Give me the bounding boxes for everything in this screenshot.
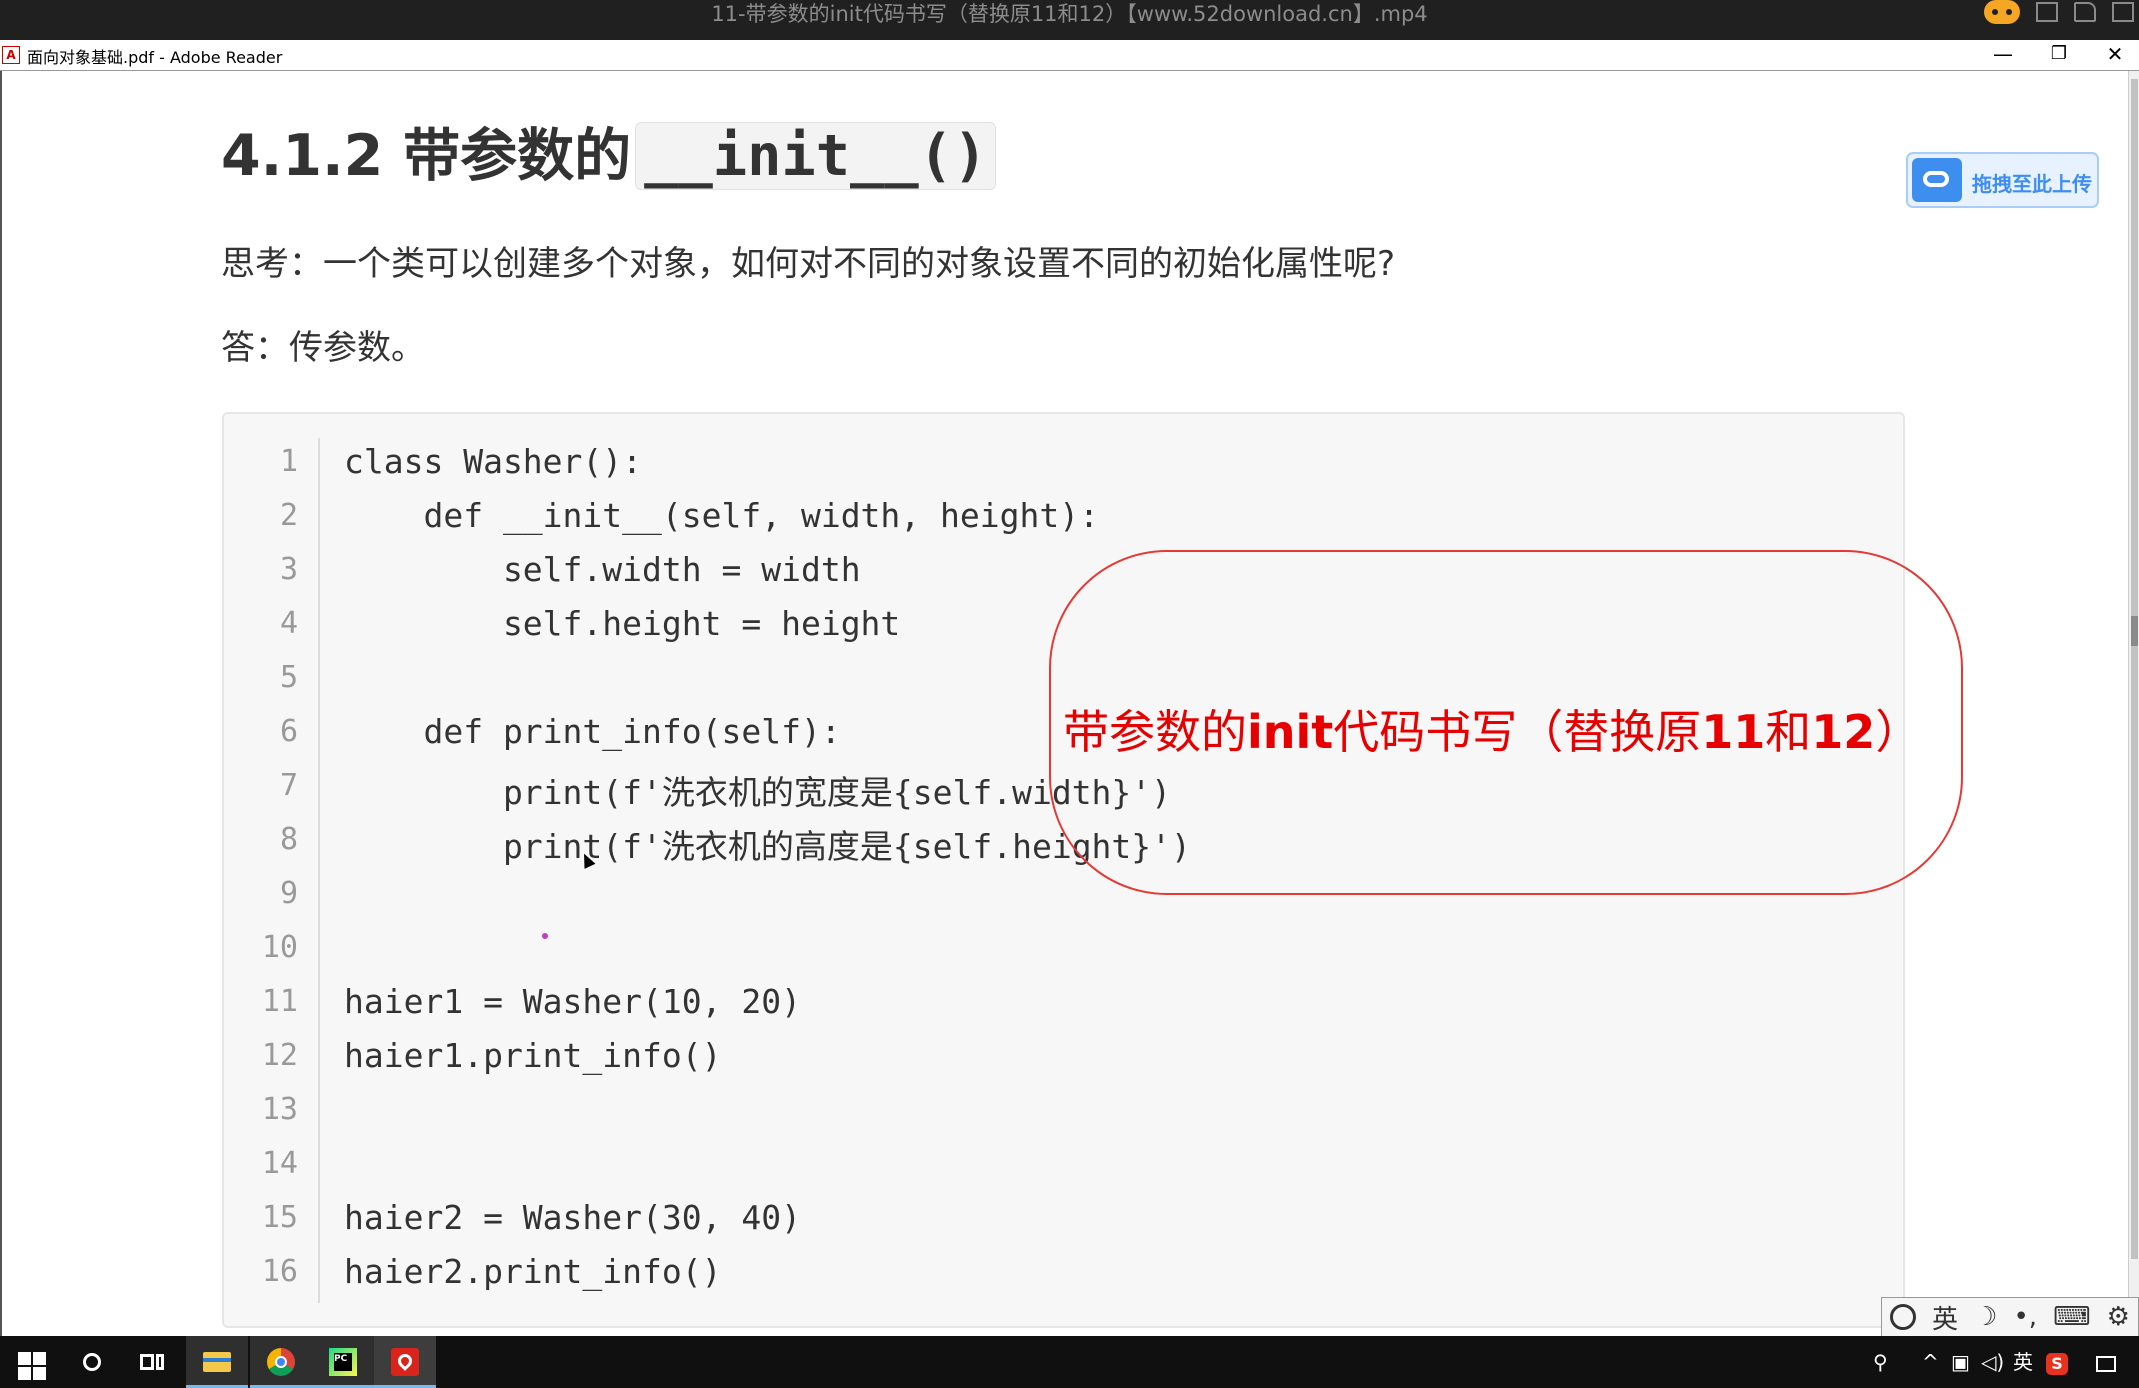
code-line: self.width = width <box>344 550 861 589</box>
line-number: 10 <box>261 930 298 965</box>
video-title: 11-带参数的init代码书写（替换原11和12）【www.52download… <box>711 2 1428 26</box>
pin-icon[interactable] <box>2074 2 2096 22</box>
line-number: 11 <box>261 984 298 1019</box>
half-width-moon-icon[interactable]: ☽ <box>1974 1302 1997 1332</box>
scrollbar-thumb[interactable] <box>2131 79 2138 1259</box>
ime-mode-toggle[interactable]: 英 <box>1932 1299 1958 1336</box>
acrobat-icon[interactable] <box>387 1344 423 1380</box>
line-number: 5 <box>279 660 298 695</box>
chrome-icon[interactable] <box>263 1344 299 1380</box>
reader-title-bar: A 面向对象基础.pdf - Adobe Reader — ❐ ✕ <box>0 40 2139 71</box>
line-number: 1 <box>279 444 298 479</box>
upload-button-label: 拖拽至此上传 <box>1972 172 2092 196</box>
answer-text: 答：传参数。 <box>221 328 425 368</box>
line-number: 13 <box>261 1092 298 1127</box>
code-line: haier1.print_info() <box>344 1036 722 1075</box>
search-circle-icon[interactable] <box>74 1344 110 1380</box>
line-number: 4 <box>279 606 298 641</box>
line-number: 7 <box>279 768 298 803</box>
line-number: 16 <box>261 1254 298 1289</box>
section-heading-text: 4.1.2 带参数的 <box>221 123 632 189</box>
reader-window-title: 面向对象基础.pdf - Adobe Reader <box>27 48 283 67</box>
network-icon[interactable]: ▣ <box>1951 1336 1970 1388</box>
code-line: class Washer(): <box>344 442 643 481</box>
input-language[interactable]: 英 <box>2013 1336 2033 1388</box>
vertical-scrollbar[interactable] <box>2128 71 2139 1336</box>
line-number: 2 <box>279 498 298 533</box>
player-window-icon[interactable] <box>2036 2 2058 22</box>
line-number: 3 <box>279 552 298 587</box>
close-button[interactable]: ✕ <box>2092 40 2138 70</box>
tray-chevron[interactable]: ^ <box>1922 1336 1939 1388</box>
code-line: print(f'洗衣机的宽度是{self.width}') <box>344 773 1172 812</box>
line-number: 15 <box>261 1200 298 1235</box>
task-view-icon[interactable] <box>134 1344 170 1380</box>
notification-center-icon[interactable] <box>2096 1336 2116 1388</box>
line-number: 9 <box>279 876 298 911</box>
line-number: 8 <box>279 822 298 857</box>
keyboard-icon[interactable]: ⌨ <box>2053 1302 2091 1332</box>
gamepad-icon[interactable] <box>1984 0 2020 24</box>
section-heading: 4.1.2 带参数的 __init__() <box>221 110 997 192</box>
scrollbar-marker <box>2131 616 2138 646</box>
windows-taskbar: PC ⚲ ^ ▣ ◁) 英 S <box>0 1336 2139 1388</box>
code-gutter-divider <box>318 438 320 1303</box>
folder-icon[interactable] <box>199 1344 235 1380</box>
code-line: haier2.print_info() <box>344 1252 722 1291</box>
drag-upload-button[interactable]: 拖拽至此上传 <box>1906 152 2099 208</box>
minimize-button[interactable]: — <box>1980 40 2026 70</box>
cloud-upload-icon <box>1912 158 1962 202</box>
code-line: haier1 = Washer(10, 20) <box>344 982 801 1021</box>
windows-logo-icon[interactable] <box>14 1344 50 1380</box>
line-number: 12 <box>261 1038 298 1073</box>
sogou-ime-icon[interactable]: S <box>2046 1336 2068 1388</box>
pen-dot-mark <box>542 933 548 939</box>
line-number: 14 <box>261 1146 298 1181</box>
ime-logo-icon[interactable] <box>1890 1304 1917 1330</box>
people-icon[interactable]: ⚲ <box>1873 1336 1888 1388</box>
code-line: haier2 = Washer(30, 40) <box>344 1198 801 1237</box>
video-player-title-bar: 11-带参数的init代码书写（替换原11和12）【www.52download… <box>0 0 2139 40</box>
pycharm-icon[interactable]: PC <box>325 1344 361 1380</box>
volume-icon[interactable]: ◁) <box>1981 1336 2004 1388</box>
code-line: def print_info(self): <box>344 712 841 751</box>
ime-toolbar[interactable]: 英 ☽ •, ⌨ ⚙ <box>1881 1297 2139 1337</box>
section-heading-code: __init__() <box>635 122 997 190</box>
pdf-file-icon: A <box>2 46 20 64</box>
code-line: self.height = height <box>344 604 901 643</box>
annotation-text: 带参数的init代码书写（替换原11和12） <box>1063 705 1922 759</box>
player-restore-icon[interactable] <box>2112 2 2134 22</box>
settings-gear-icon[interactable]: ⚙ <box>2107 1302 2130 1332</box>
punctuation-icon[interactable]: •, <box>2013 1302 2037 1332</box>
line-number: 6 <box>279 714 298 749</box>
code-line: def __init__(self, width, height): <box>344 496 1099 535</box>
question-text: 思考：一个类可以创建多个对象，如何对不同的对象设置不同的初始化属性呢? <box>221 244 1396 284</box>
restore-button[interactable]: ❐ <box>2036 40 2082 70</box>
